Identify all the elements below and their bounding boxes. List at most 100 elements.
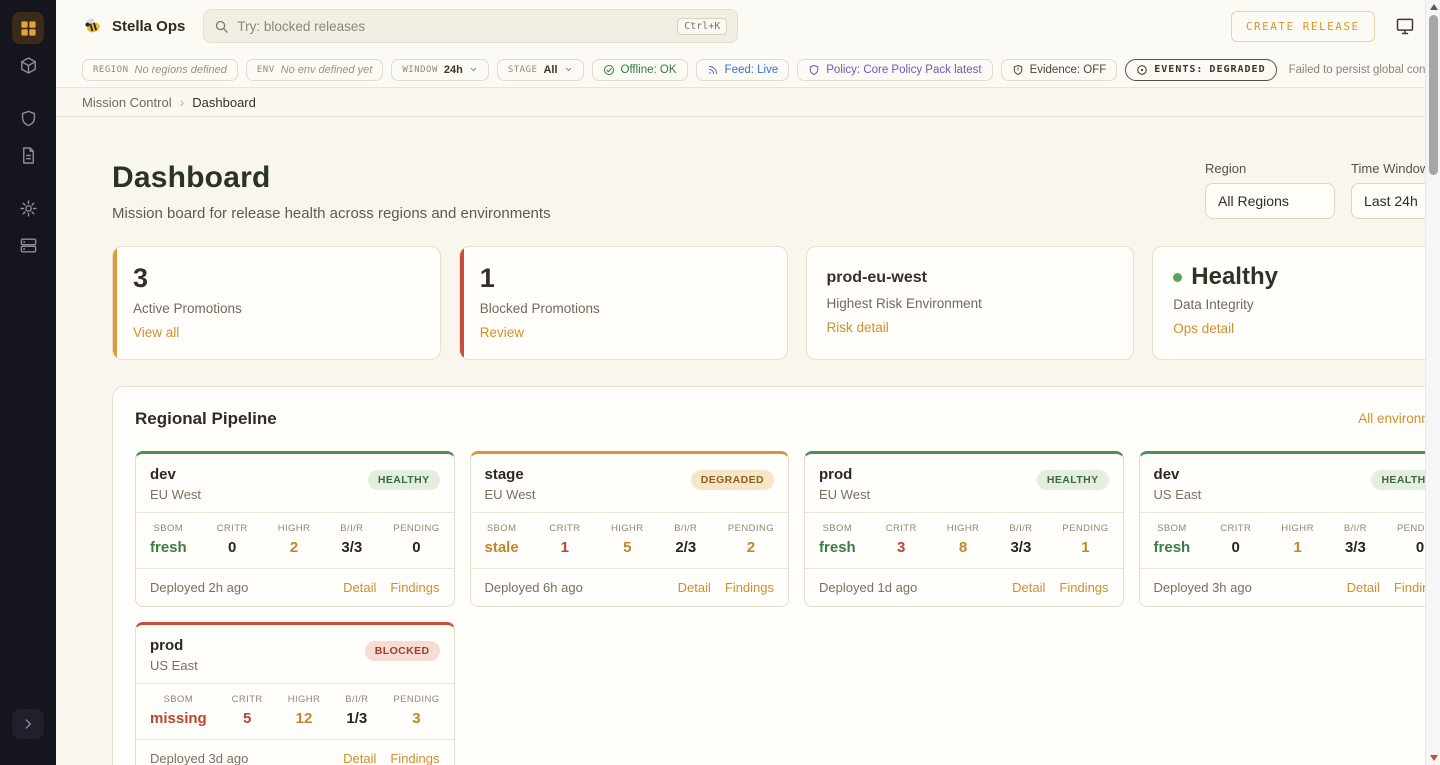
sidebar: [0, 0, 56, 765]
topbar-actions: CREATE RELEASE admin: [1231, 11, 1440, 42]
env-name: dev: [150, 466, 201, 483]
sbom-stat: SBOM fresh: [150, 523, 187, 556]
create-release-button[interactable]: CREATE RELEASE: [1231, 11, 1375, 42]
stat-label: CRITR: [886, 523, 917, 534]
page-filters: Region All Regions Time Window Last 24h: [1205, 161, 1440, 219]
dashboard-grid-icon: [19, 19, 38, 38]
critr-stat: CRITR 3: [886, 523, 917, 556]
view-all-link[interactable]: View all: [133, 325, 179, 340]
review-link[interactable]: Review: [480, 325, 524, 340]
breadcrumb-current: Dashboard: [192, 95, 256, 110]
deployed-time: Deployed 2h ago: [150, 580, 248, 595]
feed-status-text: Feed: Live: [725, 64, 779, 76]
ops-detail-link[interactable]: Ops detail: [1173, 321, 1234, 336]
sidebar-item-releases[interactable]: [12, 49, 44, 81]
feed-status-chip[interactable]: Feed: Live: [696, 59, 790, 81]
env-card-footer: Deployed 6h ago Detail Findings: [471, 568, 789, 606]
region-filter-select[interactable]: All Regions: [1205, 183, 1335, 219]
stat-value: fresh: [819, 539, 856, 556]
stage-context-chip[interactable]: STAGE All: [497, 59, 584, 81]
pending-stat: PENDING 3: [393, 694, 439, 727]
sidebar-expand-button[interactable]: [12, 709, 44, 739]
stat-label: B/I/R: [1344, 523, 1367, 534]
env-stats-row: SBOM stale CRITR 1 HIGHR 5: [471, 512, 789, 568]
sidebar-item-dashboard[interactable]: [12, 12, 44, 44]
pending-stat: PENDING 2: [728, 523, 774, 556]
sidebar-item-documents[interactable]: [12, 139, 44, 171]
active-promotions-card: 3 Active Promotions View all: [112, 246, 441, 360]
stat-label: SBOM: [150, 523, 187, 534]
scroll-down-arrow[interactable]: [1430, 755, 1438, 761]
env-card-footer: Deployed 2h ago Detail Findings: [136, 568, 454, 606]
env-name: prod: [819, 466, 870, 483]
detail-link[interactable]: Detail: [343, 751, 376, 765]
search-icon: [214, 19, 229, 34]
chevron-down-icon: [564, 65, 573, 74]
detail-link[interactable]: Detail: [1012, 580, 1045, 595]
pipeline-title: Regional Pipeline: [135, 409, 277, 429]
stat-label: B/I/R: [1009, 523, 1032, 534]
env-card-header: dev US East HEALTHY: [1140, 454, 1440, 512]
env-stats-row: SBOM fresh CRITR 0 HIGHR 1: [1140, 512, 1440, 568]
region-filter-label: Region: [1205, 161, 1335, 176]
stat-label: B/I/R: [340, 523, 363, 534]
search-input[interactable]: [237, 19, 669, 34]
stat-label: B/I/R: [674, 523, 697, 534]
stat-value: 12: [288, 710, 321, 727]
stat-label: SBOM: [1154, 523, 1191, 534]
region-context-chip[interactable]: REGION No regions defined: [82, 59, 238, 81]
detail-link[interactable]: Detail: [678, 580, 711, 595]
evidence-status-chip[interactable]: Evidence: OFF: [1001, 59, 1118, 81]
stat-value: fresh: [150, 539, 187, 556]
stat-label: PENDING: [393, 694, 439, 705]
stat-value: 2: [728, 539, 774, 556]
window-context-chip[interactable]: WINDOW 24h: [391, 59, 488, 81]
breadcrumb-mission-control[interactable]: Mission Control: [82, 95, 172, 110]
brand[interactable]: Stella Ops: [82, 15, 185, 37]
rss-icon: [707, 64, 719, 76]
breadcrumb-separator: ›: [180, 94, 185, 110]
stat-value: 3: [393, 710, 439, 727]
window-chip-label: WINDOW: [402, 65, 438, 75]
env-card-header: stage EU West DEGRADED: [471, 454, 789, 512]
stage-chip-value: All: [543, 64, 557, 76]
stat-value: 0: [393, 539, 439, 556]
sidebar-item-settings[interactable]: [12, 192, 44, 224]
events-status-chip[interactable]: EVENTS: DEGRADED: [1125, 59, 1276, 81]
integrity-status-text: Healthy: [1191, 264, 1278, 290]
badge-shield-icon: [1012, 64, 1024, 76]
stat-value: missing: [150, 710, 207, 727]
risk-detail-link[interactable]: Risk detail: [827, 320, 889, 335]
stat-value: 5: [611, 539, 644, 556]
highr-stat: HIGHR 5: [611, 523, 644, 556]
sidebar-item-infrastructure[interactable]: [12, 229, 44, 261]
stat-label: Blocked Promotions: [480, 301, 767, 316]
offline-status-chip[interactable]: Offline: OK: [592, 59, 688, 81]
stat-label: Highest Risk Environment: [827, 296, 1114, 311]
vertical-scrollbar[interactable]: [1425, 0, 1440, 765]
persistence-warning-text: Failed to persist global context prefere…: [1289, 64, 1440, 76]
bir-stat: B/I/R 3/3: [340, 523, 363, 556]
stat-label: Active Promotions: [133, 301, 420, 316]
region-filter: Region All Regions: [1205, 161, 1335, 219]
detail-link[interactable]: Detail: [1347, 580, 1380, 595]
deployed-time: Deployed 3d ago: [150, 751, 248, 765]
env-card-prod-eu-west: prod EU West HEALTHY SBOM fresh CRIT: [804, 451, 1124, 607]
policy-status-chip[interactable]: Policy: Core Policy Pack latest: [797, 59, 992, 81]
scrollbar-thumb[interactable]: [1429, 15, 1438, 175]
findings-link[interactable]: Findings: [1059, 580, 1108, 595]
env-card-dev-eu-west: dev EU West HEALTHY SBOM fresh CRITR: [135, 451, 455, 607]
findings-link[interactable]: Findings: [390, 580, 439, 595]
findings-link[interactable]: Findings: [725, 580, 774, 595]
findings-link[interactable]: Findings: [390, 751, 439, 765]
detail-link[interactable]: Detail: [343, 580, 376, 595]
sidebar-item-security[interactable]: [12, 102, 44, 134]
stat-value: 3/3: [340, 539, 363, 556]
target-circle-icon: [1136, 64, 1148, 76]
global-search[interactable]: Ctrl+K: [203, 9, 738, 43]
sbom-stat: SBOM fresh: [1154, 523, 1191, 556]
env-region: US East: [1154, 487, 1202, 502]
scroll-up-arrow[interactable]: [1430, 4, 1438, 10]
env-context-chip[interactable]: ENV No env defined yet: [246, 59, 384, 81]
monitor-icon[interactable]: [1395, 16, 1415, 36]
